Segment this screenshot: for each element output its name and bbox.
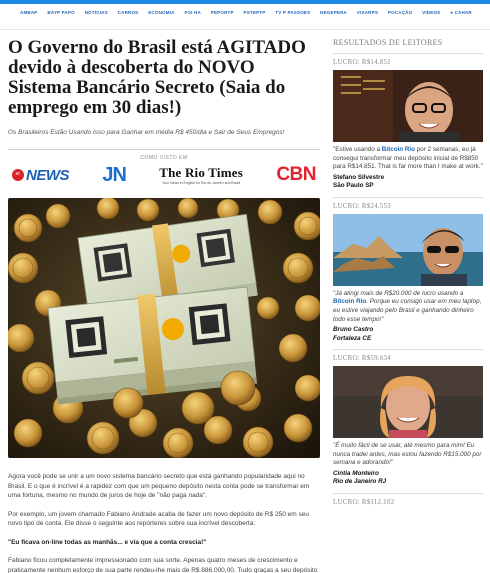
- testimonial-quote: "É muito fácil de se usar, até mesmo par…: [333, 442, 482, 467]
- as-seen-on-strip: COMO VISTO EM ᴿᵀ NEWS JN The Rio Times Y…: [8, 146, 320, 196]
- bitcoin-rio-link[interactable]: Bitcoin Rio: [382, 146, 415, 153]
- seen-on-label: COMO VISTO EM: [134, 155, 194, 161]
- testimonial: LUCRO: R$59.634 "É muito fácil de se usa…: [333, 350, 483, 494]
- profit-label: LUCRO: R$24.553: [333, 201, 391, 210]
- rt-circle: ᴿᵀ: [12, 169, 24, 181]
- testimonial-author: Bruno Castro Fortaleza CE: [333, 324, 483, 349]
- testimonial-photo: [333, 366, 483, 439]
- nav-item[interactable]: FOI HA: [184, 10, 200, 15]
- nav-item[interactable]: PSTEPTP: [244, 10, 266, 15]
- author-city: São Paulo SP: [333, 182, 374, 190]
- testimonial-photo: [333, 213, 483, 286]
- nav-item[interactable]: ECONOMIA: [148, 10, 174, 15]
- author-city: Rio de Janeiro RJ: [333, 478, 387, 486]
- rt-news-logo: ᴿᵀ NEWS: [12, 166, 70, 184]
- author-city: Fortaleza CE: [333, 334, 372, 342]
- testimonial-quote: "Já atingi mais de R$20.000 de lucro usa…: [333, 289, 482, 323]
- nav-item[interactable]: POCAÇÃO: [388, 10, 412, 15]
- nav-item[interactable]: VÍDEOS: [422, 10, 440, 15]
- nav-item[interactable]: TV P PASSOES: [275, 10, 310, 15]
- sidebar-title: RESULTADOS DE LEITORES: [333, 38, 483, 54]
- bitcoin-banknotes-image: [8, 198, 320, 458]
- profit-label: LUCRO: R$59.634: [333, 354, 391, 363]
- top-nav: AMBAP BAYP PAPO NOTÍCIAS CARROS ECONOMIA…: [0, 0, 490, 30]
- article-subhead: Os Brasileiros Estão Usando Isso para Ga…: [8, 129, 285, 136]
- article: O Governo do Brasil está AGITADO devido …: [8, 37, 320, 573]
- nav-item[interactable]: NEGEPERA: [320, 10, 347, 15]
- sidebar: RESULTADOS DE LEITORES LUCRO: R$14.851 "…: [333, 38, 483, 510]
- pull-quote: "Eu ficava on-line todas as manhãs... e …: [8, 538, 207, 546]
- paragraph: Por exemplo, um jovem chamado Fabiano An…: [8, 510, 309, 528]
- author-name: Bruno Castro: [333, 326, 374, 334]
- top-accent-bar: [0, 0, 490, 4]
- nav-item[interactable]: ● CAHAR: [450, 10, 472, 15]
- rio-times-logo: The Rio Times Your News in English for R…: [159, 165, 243, 185]
- nav-item[interactable]: PEPORTP: [211, 10, 234, 15]
- paragraph: Fabiano ficou completamente impressionad…: [8, 557, 318, 573]
- nav-item[interactable]: BAYP PAPO: [47, 10, 74, 15]
- author-name: Stefano Silvestre: [333, 173, 385, 181]
- nav-item[interactable]: NOTÍCIAS: [85, 10, 108, 15]
- article-headline: O Governo do Brasil está AGITADO devido …: [8, 37, 306, 118]
- nav-item[interactable]: VISARPS: [357, 10, 378, 15]
- profit-label: LUCRO: R$14.851: [333, 58, 391, 66]
- testimonial-author: Stefano Silvestre São Paulo SP: [333, 172, 483, 197]
- nav-item[interactable]: AMBAP: [20, 10, 38, 15]
- testimonial: LUCRO: R$14.851 "Estive usando a Bitcoin…: [333, 54, 483, 198]
- article-body: Agora você pode se unir a um novo sistem…: [8, 472, 320, 573]
- nav-item[interactable]: CARROS: [118, 10, 139, 15]
- jn-logo: JN: [102, 163, 127, 186]
- author-name: Cintia Monteiro: [333, 469, 379, 477]
- testimonial-photo: [333, 70, 483, 142]
- cbn-logo: CBN: [276, 164, 316, 185]
- press-logos: ᴿᵀ NEWS JN The Rio Times Your News in En…: [8, 162, 320, 188]
- news-wordmark: NEWS: [26, 166, 70, 184]
- rio-times-tagline: Your News in English for Rio de Janeiro …: [162, 181, 241, 185]
- paragraph: Agora você pode se unir a um novo sistem…: [8, 473, 310, 499]
- testimonial-quote: "Estive usando a Bitcoin Rio por 2 seman…: [333, 146, 483, 171]
- testimonial: LUCRO: R$24.553 "Já atingi mais de R$20.…: [333, 198, 483, 351]
- rio-times-title: The Rio Times: [159, 165, 243, 180]
- profit-label: LUCRO: R$112.102: [333, 497, 395, 506]
- bitcoin-rio-link[interactable]: Bitcoin Rio: [333, 298, 366, 305]
- testimonial-author: Cintia Monteiro Rio de Janeiro RJ: [333, 468, 483, 493]
